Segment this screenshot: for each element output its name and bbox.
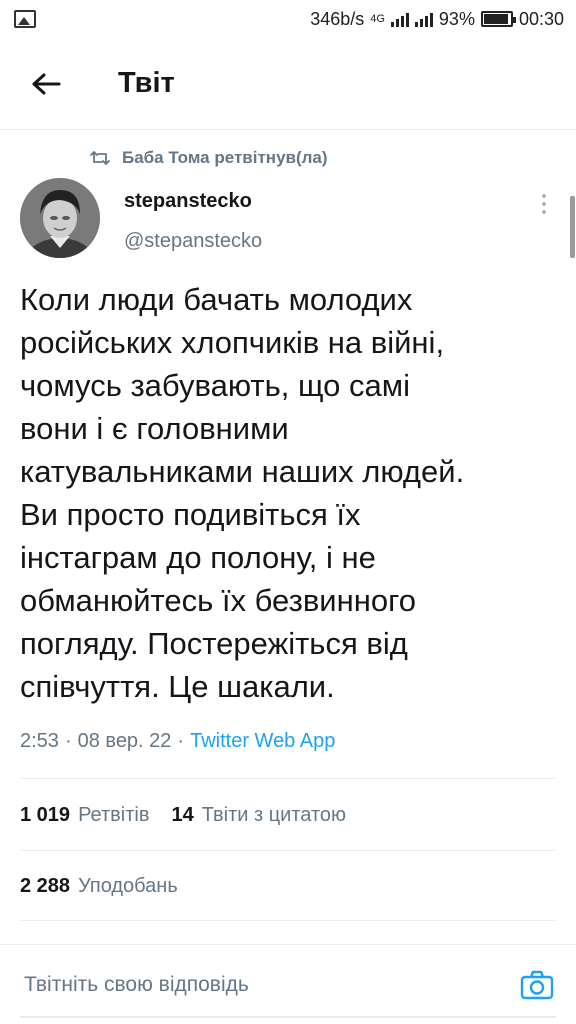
avatar-image [20,178,100,258]
quotes-label: Твіти з цитатою [201,804,347,826]
network-type: 4G [370,13,385,25]
likes-stat[interactable]: 2 288 Уподобань [20,875,178,898]
tweet-text: Коли люди бачать молодих російських хлоп… [20,282,465,704]
stats-row: 1 019 Ретвітів 14 Твіти з цитатою [20,804,346,827]
divider [20,850,556,851]
author-name[interactable]: stepanstecko [124,190,252,213]
divider [20,778,556,779]
tweet-time: 2:53 [20,730,59,752]
status-bar: 346b/s 4G 93% 00:30 [0,0,576,38]
signal-icon-2 [414,11,433,27]
reply-underline [20,1016,556,1018]
more-dot-icon [542,202,546,206]
avatar[interactable] [20,178,100,258]
retweet-context[interactable]: Баба Тома ретвітнув(ла) [90,146,328,170]
author-handle[interactable]: @stepanstecko [124,230,262,253]
likes-row: 2 288 Уподобань [20,875,178,898]
tweet-meta: 2:53 · 08 вер. 22 · Twitter Web App [20,730,335,753]
camera-icon[interactable] [520,969,554,1001]
net-speed: 346b/s [310,8,365,29]
battery-percent: 93% [438,8,475,29]
meta-separator: · [177,730,185,752]
likes-count: 2 288 [20,875,71,897]
more-options-button[interactable] [532,190,556,218]
image-notification-icon [14,10,36,28]
more-dot-icon [542,194,546,198]
reply-input[interactable]: Твітніть свою відповідь [24,973,249,997]
likes-label: Уподобань [78,875,178,897]
quotes-count: 14 [171,804,194,826]
retweets-stat[interactable]: 1 019 Ретвітів [20,804,149,827]
battery-icon [480,11,516,27]
divider [20,920,556,921]
back-button[interactable] [30,68,62,100]
clock: 00:30 [518,8,564,29]
more-dot-icon [542,210,546,214]
tweet-source-link[interactable]: Twitter Web App [190,730,335,753]
arrow-left-icon [32,73,61,94]
retweets-count: 1 019 [20,804,71,826]
tweet-date: 08 вер. 22 [77,730,172,752]
retweeted-by-label: Баба Тома ретвітнув(ла) [122,148,328,167]
page-title: Твіт [118,67,175,99]
meta-separator: · [64,730,72,752]
retweet-icon [90,151,110,165]
signal-icon [390,11,409,27]
app-header: Твіт [0,38,576,130]
reply-bar: Твітніть свою відповідь [0,944,576,1024]
retweets-label: Ретвітів [78,804,150,826]
scrollbar[interactable] [570,196,575,258]
quotes-stat[interactable]: 14 Твіти з цитатою [171,804,346,827]
